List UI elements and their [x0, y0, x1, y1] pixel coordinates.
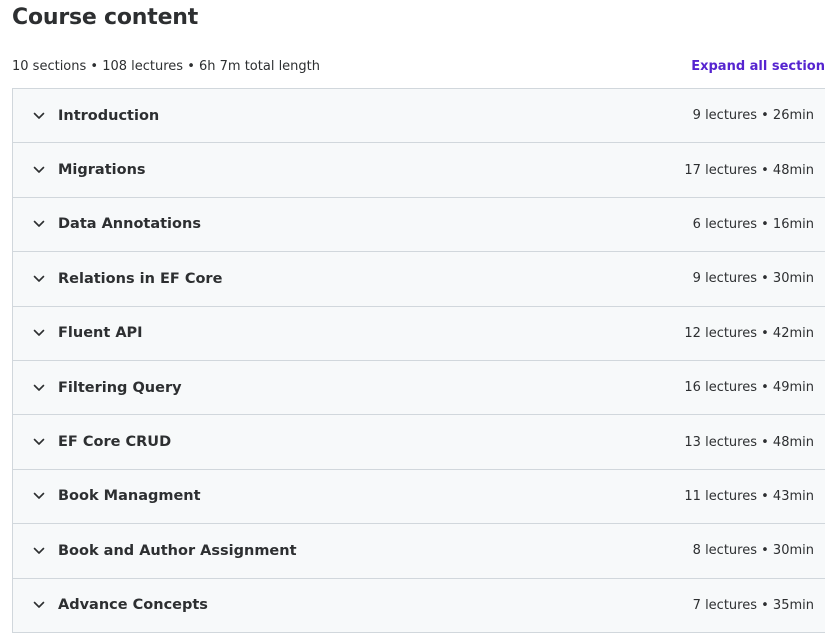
section-meta: 16 lectures • 49min: [684, 380, 814, 396]
section-meta: 9 lectures • 30min: [692, 271, 814, 287]
course-summary: 10 sections • 108 lectures • 6h 7m total…: [12, 59, 321, 74]
chevron-down-icon: [32, 489, 46, 503]
section-row[interactable]: Book Managment 11 lectures • 43min: [12, 469, 825, 525]
section-meta: 7 lectures • 35min: [692, 597, 814, 613]
section-row[interactable]: Introduction 9 lectures • 26min: [12, 89, 825, 144]
chevron-down-icon: [32, 163, 46, 177]
section-title: Advance Concepts: [58, 597, 208, 614]
chevron-down-icon: [32, 272, 46, 286]
section-title: Book Managment: [58, 488, 201, 505]
section-row[interactable]: Filtering Query 16 lectures • 49min: [12, 360, 825, 416]
course-content-panel: Course content 10 sections • 108 lecture…: [0, 0, 825, 643]
section-meta: 8 lectures • 30min: [692, 543, 814, 559]
expand-all-sections-button[interactable]: Expand all section: [691, 58, 825, 76]
section-row[interactable]: Book and Author Assignment 8 lectures • …: [12, 524, 825, 579]
chevron-down-icon: [32, 598, 46, 612]
section-title: Book and Author Assignment: [58, 542, 297, 559]
section-meta: 6 lectures • 16min: [692, 216, 814, 232]
section-title: Migrations: [58, 162, 146, 179]
chevron-down-icon: [32, 435, 46, 449]
section-row[interactable]: Relations in EF Core 9 lectures • 30min: [12, 252, 825, 307]
section-title: Introduction: [58, 107, 160, 124]
section-title: EF Core CRUD: [58, 434, 172, 451]
section-meta: 13 lectures • 48min: [684, 434, 814, 450]
section-title: Fluent API: [58, 325, 143, 342]
section-list: Introduction 9 lectures • 26min Migratio…: [12, 88, 825, 633]
chevron-down-icon: [32, 381, 46, 395]
chevron-down-icon: [32, 326, 46, 340]
section-meta: 9 lectures • 26min: [692, 108, 814, 124]
section-title: Relations in EF Core: [58, 270, 223, 287]
section-row[interactable]: Data Annotations 6 lectures • 16min: [12, 197, 825, 253]
section-row[interactable]: Advance Concepts 7 lectures • 35min: [12, 578, 825, 633]
page-title: Course content: [12, 5, 199, 30]
chevron-down-icon: [32, 109, 46, 123]
section-row[interactable]: Migrations 17 lectures • 48min: [12, 143, 825, 198]
chevron-down-icon: [32, 217, 46, 231]
section-row[interactable]: EF Core CRUD 13 lectures • 48min: [12, 415, 825, 470]
section-meta: 11 lectures • 43min: [684, 488, 814, 504]
chevron-down-icon: [32, 544, 46, 558]
section-title: Filtering Query: [58, 379, 182, 396]
section-title: Data Annotations: [58, 216, 201, 233]
section-meta: 17 lectures • 48min: [684, 162, 814, 178]
section-meta: 12 lectures • 42min: [684, 325, 814, 341]
section-row[interactable]: Fluent API 12 lectures • 42min: [12, 306, 825, 361]
